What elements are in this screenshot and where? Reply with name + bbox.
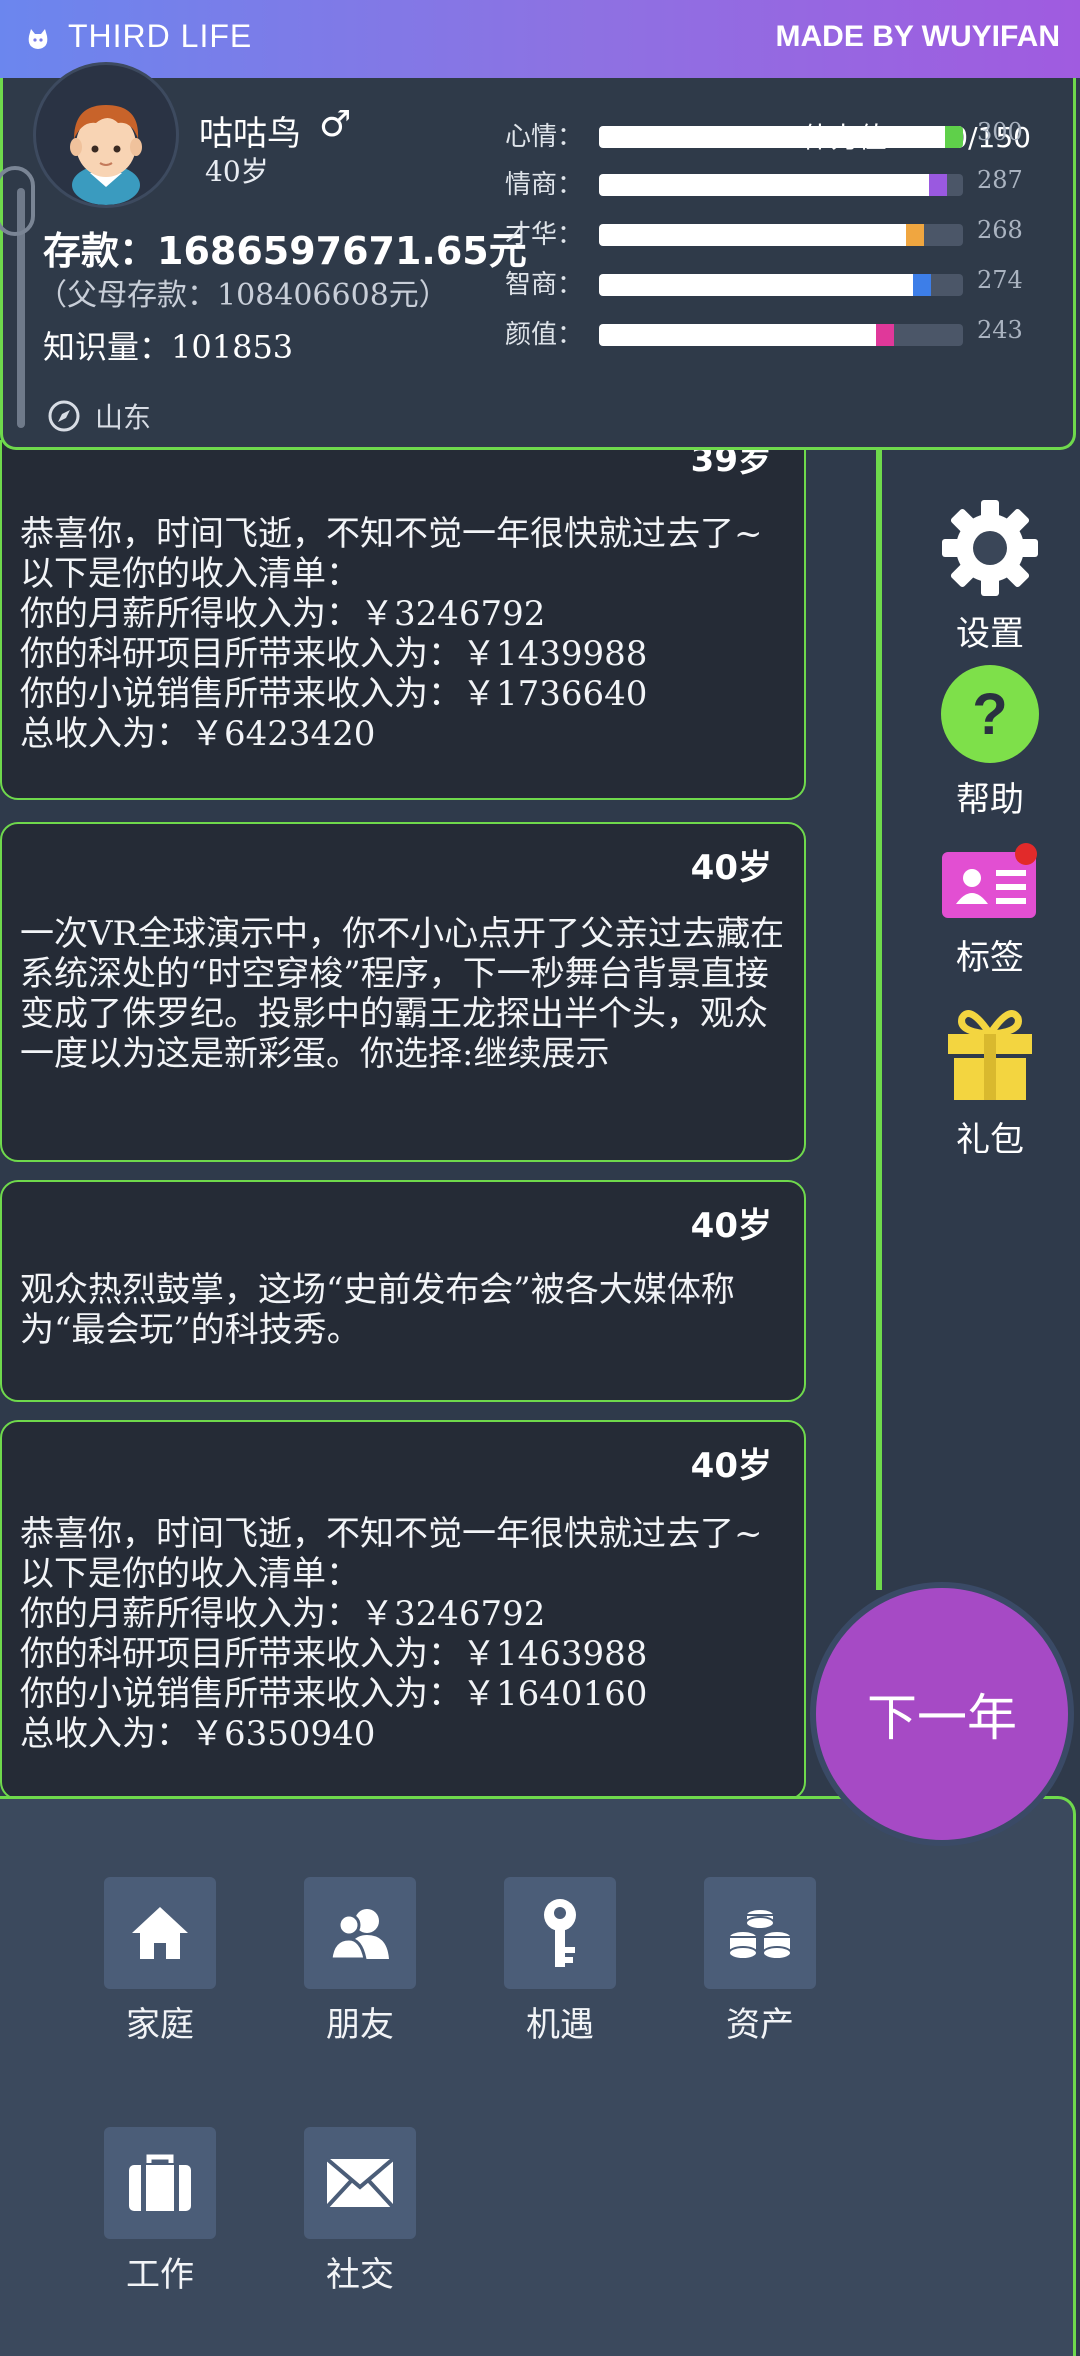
stat-label: 颜值：	[505, 320, 584, 350]
stat-looks: 颜值： 243	[503, 314, 1043, 354]
stat-bar	[599, 324, 963, 346]
avatar[interactable]	[33, 62, 179, 208]
stat-label: 才华：	[505, 220, 584, 250]
player-age: 40岁	[205, 155, 269, 188]
log-text: 一次VR全球演示中，你不小心点开了父亲过去藏在系统深处的“时空穿梭”程序，下一秒…	[20, 914, 785, 1074]
svg-text:?: ?	[972, 682, 1007, 747]
envelope-icon	[325, 2157, 395, 2209]
player-name: 咕咕鸟	[199, 114, 301, 154]
stat-label: 心情：	[505, 122, 584, 152]
stat-bar	[599, 126, 963, 148]
stat-value: 268	[977, 216, 1023, 244]
tags-button[interactable]: 标签	[920, 842, 1060, 979]
assets-button[interactable]: 资产	[680, 1877, 840, 2046]
work-button[interactable]: 工作	[80, 2127, 240, 2296]
friends-button[interactable]: 朋友	[280, 1877, 440, 2046]
log-text: 观众热烈鼓掌，这场“史前发布会”被各大媒体称为“最会玩”的科技秀。	[20, 1270, 735, 1350]
stat-talent: 才华： 268	[503, 214, 1043, 254]
family-label: 家庭	[126, 2005, 194, 2045]
stat-iq: 智商： 274	[503, 264, 1043, 304]
location-text: 山东	[95, 401, 152, 434]
stat-label: 情商：	[505, 170, 584, 200]
gift-label: 礼包	[956, 1120, 1024, 1160]
stat-value: 243	[977, 316, 1023, 344]
log-age: 40岁	[690, 848, 772, 888]
stat-bar	[599, 224, 963, 246]
briefcase-icon	[129, 2154, 191, 2211]
stat-label: 智商：	[505, 270, 584, 300]
stat-value: 300	[977, 118, 1023, 146]
top-banner: THIRD LIFE MADE BY WUYIFAN	[0, 0, 1080, 78]
gender-icon: ♂	[319, 104, 352, 145]
profile-panel: 咕咕鸟 ♂ 40岁 ❤体力值：150/150 存款：1686597671.65元…	[0, 62, 1076, 450]
settings-label: 设置	[956, 614, 1024, 654]
parent-savings: （父母存款：108406608元）	[37, 278, 449, 313]
log-card: 40岁 观众热烈鼓掌，这场“史前发布会”被各大媒体称为“最会玩”的科技秀。	[0, 1180, 806, 1402]
compass-icon	[48, 400, 80, 432]
stat-mood: 心情： 300	[503, 116, 1043, 156]
id-card-icon	[942, 843, 1037, 918]
stat-bar	[599, 274, 963, 296]
work-label: 工作	[126, 2255, 194, 2295]
log-card: 40岁 恭喜你，时间飞逝，不知不觉一年很快就过去了~以下是你的收入清单： 你的月…	[0, 1420, 806, 1800]
social-button[interactable]: 社交	[280, 2127, 440, 2296]
cat-logo-icon	[28, 29, 48, 49]
savings: 存款：1686597671.65元	[43, 229, 527, 273]
coins-icon	[728, 1908, 792, 1960]
settings-button[interactable]: 设置	[920, 498, 1060, 655]
family-button[interactable]: 家庭	[80, 1877, 240, 2046]
log-card: 39岁 恭喜你，时间飞逝，不知不觉一年很快就过去了~以下是你的收入清单： 你的月…	[0, 440, 806, 800]
bottom-menu: 家庭 朋友 机遇 资产 工作 社交	[0, 1796, 1076, 2356]
friends-label: 朋友	[326, 2005, 394, 2045]
stat-bar	[599, 174, 963, 196]
log-text: 恭喜你，时间飞逝，不知不觉一年很快就过去了~以下是你的收入清单： 你的月薪所得收…	[20, 1514, 763, 1754]
home-icon	[132, 1907, 188, 1959]
log-age: 40岁	[690, 1206, 772, 1246]
opportunity-label: 机遇	[526, 2005, 594, 2045]
users-icon	[329, 1909, 389, 1961]
log-age: 40岁	[690, 1446, 772, 1486]
opportunity-button[interactable]: 机遇	[480, 1877, 640, 2046]
location: 山东	[47, 396, 151, 436]
log-text: 恭喜你，时间飞逝，不知不觉一年很快就过去了~以下是你的收入清单： 你的月薪所得收…	[20, 514, 763, 754]
app-credit: MADE BY WUYIFAN	[775, 20, 1060, 53]
help-label: 帮助	[956, 780, 1024, 820]
stat-value: 274	[977, 266, 1023, 294]
next-year-button[interactable]: 下一年	[810, 1582, 1074, 1846]
social-label: 社交	[326, 2255, 394, 2295]
app-title: THIRD LIFE	[68, 18, 253, 54]
stat-value: 287	[977, 166, 1023, 194]
question-icon: ?	[941, 665, 1039, 763]
event-log[interactable]: 39岁 恭喜你，时间飞逝，不知不觉一年很快就过去了~以下是你的收入清单： 你的月…	[0, 440, 880, 1800]
gift-icon	[948, 1010, 1032, 1100]
gear-icon	[942, 500, 1038, 596]
log-card: 40岁 一次VR全球演示中，你不小心点开了父亲过去藏在系统深处的“时空穿梭”程序…	[0, 822, 806, 1162]
knowledge: 知识量：101853	[43, 328, 294, 366]
assets-label: 资产	[726, 2005, 794, 2045]
stat-eq: 情商： 287	[503, 164, 1043, 204]
gift-button[interactable]: 礼包	[920, 1004, 1060, 1161]
tags-label: 标签	[956, 938, 1024, 978]
scroll-handle[interactable]	[0, 166, 35, 236]
key-icon	[544, 1899, 576, 1967]
help-button[interactable]: ? 帮助	[920, 664, 1060, 821]
